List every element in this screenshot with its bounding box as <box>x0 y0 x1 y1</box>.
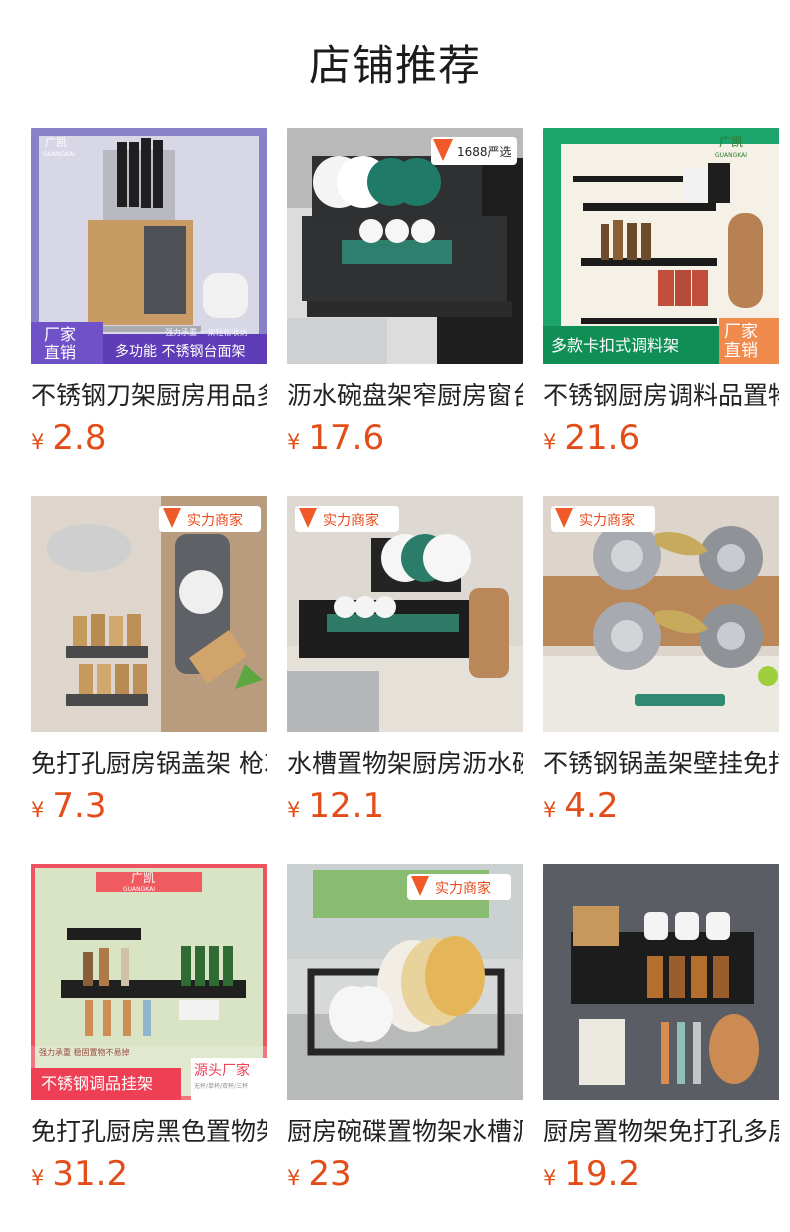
svg-text:实力商家: 实力商家 <box>435 880 491 897</box>
svg-text:无杯/单杯/双杯/三杯: 无杯/单杯/双杯/三杯 <box>194 1082 248 1090</box>
price-row: ¥ 23 <box>287 1155 523 1193</box>
page-title: 店铺推荐 <box>308 40 481 90</box>
product-card[interactable]: 实力商家 免打孔厨房锅盖架 枪灰色 ¥ 7.3 <box>31 496 267 832</box>
pot-lid-rack-image: 实力商家 <box>31 496 267 732</box>
svg-text:直销: 直销 <box>44 343 76 362</box>
currency-symbol: ¥ <box>31 798 45 822</box>
price-row: ¥ 12.1 <box>287 787 523 825</box>
product-card[interactable]: 1688严选 沥水碗盘架窄厨房窗台置物架 ¥ 17.6 <box>287 128 523 464</box>
product-grid: 厂家 直销 多功能 不锈钢台面架 强力承重 一架轻松收纳 广凯 GUANGKAI… <box>31 128 790 1200</box>
currency-symbol: ¥ <box>287 798 301 822</box>
product-thumbnail[interactable]: 实力商家 <box>543 496 779 732</box>
product-thumbnail[interactable]: 广凯 GUANGKAI 强力承重 稳固置物不易掉 源头厂家 不锈钢调品挂架 无杯… <box>31 864 267 1100</box>
currency-symbol: ¥ <box>543 798 557 822</box>
product-price: 2.8 <box>52 418 107 458</box>
svg-text:实力商家: 实力商家 <box>579 512 635 529</box>
svg-text:强力承重 稳固置物不易掉: 强力承重 稳固置物不易掉 <box>39 1047 130 1057</box>
price-row: ¥ 7.3 <box>31 787 267 825</box>
plate-rack-image: 实力商家 <box>287 864 523 1100</box>
price-row: ¥ 4.2 <box>543 787 779 825</box>
knife-rack-image: 厂家 直销 多功能 不锈钢台面架 强力承重 一架轻松收纳 广凯 GUANGKAI <box>31 128 267 364</box>
svg-text:广凯: 广凯 <box>719 135 743 149</box>
currency-symbol: ¥ <box>287 430 301 454</box>
product-card[interactable]: 厂家 直销 多功能 不锈钢台面架 强力承重 一架轻松收纳 广凯 GUANGKAI… <box>31 128 267 464</box>
product-thumbnail[interactable]: 厂家 直销 多功能 不锈钢台面架 强力承重 一架轻松收纳 广凯 GUANGKAI <box>31 128 267 364</box>
currency-symbol: ¥ <box>543 1166 557 1190</box>
spice-rack-image: 多款卡扣式调料架 厂家 直销 广凯 GUANGKAI <box>543 128 779 364</box>
product-name[interactable]: 沥水碗盘架窄厨房窗台置物架 <box>287 380 523 412</box>
wall-rack-image: 广凯 GUANGKAI 强力承重 稳固置物不易掉 源头厂家 不锈钢调品挂架 无杯… <box>31 864 267 1100</box>
product-thumbnail[interactable]: 实力商家 <box>31 496 267 732</box>
product-name[interactable]: 免打孔厨房锅盖架 枪灰色 <box>31 748 267 780</box>
svg-text:实力商家: 实力商家 <box>187 512 243 529</box>
product-name[interactable]: 厨房碗碟置物架水槽沥水架 <box>287 1116 523 1148</box>
price-row: ¥ 17.6 <box>287 419 523 457</box>
product-thumbnail[interactable]: 1688严选 <box>287 128 523 364</box>
product-card[interactable]: 多款卡扣式调料架 厂家 直销 广凯 GUANGKAI 不锈钢厨房调料品置物架 ¥… <box>543 128 779 464</box>
svg-text:不锈钢调品挂架: 不锈钢调品挂架 <box>41 1074 153 1093</box>
product-card[interactable]: 广凯 GUANGKAI 强力承重 稳固置物不易掉 源头厂家 不锈钢调品挂架 无杯… <box>31 864 267 1200</box>
svg-text:强力承重 一架轻松收纳: 强力承重 一架轻松收纳 <box>165 327 248 337</box>
product-name[interactable]: 厨房置物架免打孔多层收纳 <box>543 1116 779 1148</box>
dish-rack-image: 1688严选 <box>287 128 523 364</box>
product-thumbnail[interactable]: 实力商家 <box>287 496 523 732</box>
product-card[interactable]: 实力商家 不锈钢锅盖架壁挂免打孔 ¥ 4.2 <box>543 496 779 832</box>
product-price: 4.2 <box>564 786 619 826</box>
price-row: ¥ 19.2 <box>543 1155 779 1193</box>
product-name[interactable]: 不锈钢厨房调料品置物架 <box>543 380 779 412</box>
currency-symbol: ¥ <box>31 430 45 454</box>
product-card[interactable]: 厨房置物架免打孔多层收纳 ¥ 19.2 <box>543 864 779 1200</box>
price-row: ¥ 21.6 <box>543 419 779 457</box>
svg-text:实力商家: 实力商家 <box>323 512 379 529</box>
svg-text:多功能 不锈钢台面架: 多功能 不锈钢台面架 <box>115 343 245 360</box>
svg-text:GUANGKAI: GUANGKAI <box>43 151 75 158</box>
page-header: 店铺推荐 <box>0 0 790 128</box>
price-row: ¥ 31.2 <box>31 1155 267 1193</box>
price-row: ¥ 2.8 <box>31 419 267 457</box>
product-price: 31.2 <box>52 1154 129 1194</box>
product-name[interactable]: 不锈钢刀架厨房用品多功能刀具收纳架 <box>31 380 267 412</box>
currency-symbol: ¥ <box>543 430 557 454</box>
svg-text:多款卡扣式调料架: 多款卡扣式调料架 <box>551 336 679 355</box>
lid-stand-image: 实力商家 <box>543 496 779 732</box>
svg-text:厂家: 厂家 <box>44 325 76 344</box>
product-price: 23 <box>308 1154 352 1194</box>
product-thumbnail[interactable]: 实力商家 <box>287 864 523 1100</box>
svg-text:广凯: 广凯 <box>45 136 67 149</box>
product-thumbnail[interactable]: 多款卡扣式调料架 厂家 直销 广凯 GUANGKAI <box>543 128 779 364</box>
svg-text:GUANGKAI: GUANGKAI <box>123 886 155 893</box>
product-thumbnail[interactable] <box>543 864 779 1100</box>
currency-symbol: ¥ <box>287 1166 301 1190</box>
product-price: 7.3 <box>52 786 107 826</box>
svg-text:1688严选: 1688严选 <box>457 145 512 159</box>
svg-text:直销: 直销 <box>724 341 758 361</box>
sink-rack-image: 实力商家 <box>287 496 523 732</box>
product-name[interactable]: 水槽置物架厨房沥水碗架 <box>287 748 523 780</box>
product-price: 21.6 <box>564 418 641 458</box>
product-card[interactable]: 实力商家 水槽置物架厨房沥水碗架 ¥ 12.1 <box>287 496 523 832</box>
svg-text:厂家: 厂家 <box>724 322 758 342</box>
svg-text:广凯: 广凯 <box>131 871 155 885</box>
product-card[interactable]: 实力商家 厨房碗碟置物架水槽沥水架 ¥ 23 <box>287 864 523 1200</box>
product-price: 12.1 <box>308 786 385 826</box>
product-name[interactable]: 不锈钢锅盖架壁挂免打孔 <box>543 748 779 780</box>
svg-text:GUANGKAI: GUANGKAI <box>715 152 747 159</box>
product-price: 17.6 <box>308 418 385 458</box>
currency-symbol: ¥ <box>31 1166 45 1190</box>
utensil-rack-image <box>543 864 779 1100</box>
product-name[interactable]: 免打孔厨房黑色置物架 <box>31 1116 267 1148</box>
product-price: 19.2 <box>564 1154 641 1194</box>
svg-text:源头厂家: 源头厂家 <box>194 1062 250 1079</box>
